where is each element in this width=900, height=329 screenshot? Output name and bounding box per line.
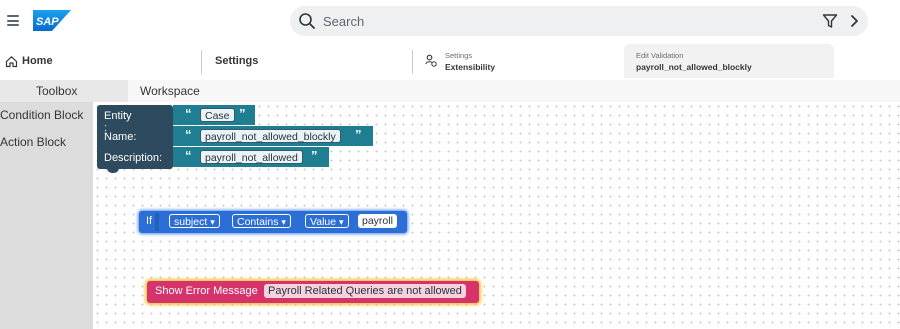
workspace-title: Workspace	[140, 84, 200, 98]
toolbox-header: Toolbox	[0, 80, 128, 102]
tab-settings[interactable]: Settings	[201, 44, 411, 78]
tab-extensibility-title: Extensibility	[445, 62, 496, 72]
description-value[interactable]: payroll_not_allowed	[200, 150, 303, 164]
home-icon	[5, 56, 18, 68]
quote-open-icon: “	[185, 106, 192, 121]
operator-dropdown-label: Contains	[237, 216, 279, 228]
settings-people-icon	[425, 54, 437, 67]
sap-logo-text: SAP	[36, 16, 59, 28]
condition-value-input[interactable]: payroll	[358, 214, 397, 228]
search-icon[interactable]	[298, 12, 316, 30]
entity-value[interactable]: Case	[200, 108, 235, 122]
chevron-down-icon: ▾	[210, 217, 215, 227]
sap-logo[interactable]: SAP	[33, 10, 71, 31]
toolbox-category-list: Condition Block Action Block	[0, 102, 93, 329]
value-type-dropdown[interactable]: Value ▾	[305, 214, 349, 228]
chevron-down-icon: ▾	[281, 217, 286, 227]
category-condition-block[interactable]: Condition Block	[0, 108, 83, 122]
quote-open-icon: “	[185, 127, 192, 142]
subject-dropdown[interactable]: subject ▾	[169, 214, 220, 228]
show-error-message-label: Show Error Message	[155, 285, 258, 297]
filter-icon[interactable]	[822, 13, 838, 29]
if-block-edge	[155, 213, 159, 231]
tab-home-label: Home	[22, 55, 53, 67]
chevron-down-icon: ▾	[339, 217, 344, 227]
hamburger-menu-icon[interactable]	[7, 15, 19, 26]
quote-close-icon: ”	[355, 127, 362, 142]
quote-open-icon: “	[185, 148, 192, 163]
description-label: Description:	[104, 152, 163, 164]
tab-home[interactable]: Home	[0, 44, 200, 78]
tab-edit-subtitle: Edit Validation	[636, 51, 684, 60]
if-keyword: If	[146, 215, 153, 227]
tab-extensibility[interactable]: Settings Extensibility	[412, 44, 617, 78]
quote-close-icon: ”	[311, 148, 318, 163]
quote-close-icon: ”	[239, 106, 246, 121]
chevron-right-icon[interactable]	[849, 14, 859, 28]
show-error-message-block[interactable]: Show Error Message Payroll Related Queri…	[147, 281, 479, 303]
shell-bar: SAP Search	[0, 0, 900, 42]
error-message-input[interactable]: Payroll Related Queries are not allowed	[264, 284, 466, 298]
category-action-block[interactable]: Action Block	[0, 135, 66, 149]
tab-edit-title: payroll_not_allowed_blockly	[636, 62, 752, 72]
tab-settings-label: Settings	[215, 55, 259, 67]
tab-extensibility-subtitle: Settings	[445, 51, 473, 60]
name-label: Name:	[104, 131, 137, 143]
workspace-header: Workspace	[128, 80, 900, 102]
if-condition-block[interactable]: If subject ▾ Contains ▾ Value ▾ payroll	[139, 211, 407, 233]
value-type-dropdown-label: Value	[310, 216, 337, 228]
subject-dropdown-label: subject	[174, 216, 208, 228]
search-input[interactable]: Search	[323, 14, 364, 29]
operator-dropdown[interactable]: Contains ▾	[232, 214, 291, 228]
name-value[interactable]: payroll_not_allowed_blockly	[200, 129, 341, 143]
search-bar[interactable]: Search	[290, 6, 868, 36]
tab-strip: Home Settings Settings Extensibility Edi…	[0, 44, 900, 78]
tab-edit-validation[interactable]: Edit Validation payroll_not_allowed_bloc…	[624, 44, 834, 78]
toolbox-title: Toolbox	[36, 84, 78, 98]
